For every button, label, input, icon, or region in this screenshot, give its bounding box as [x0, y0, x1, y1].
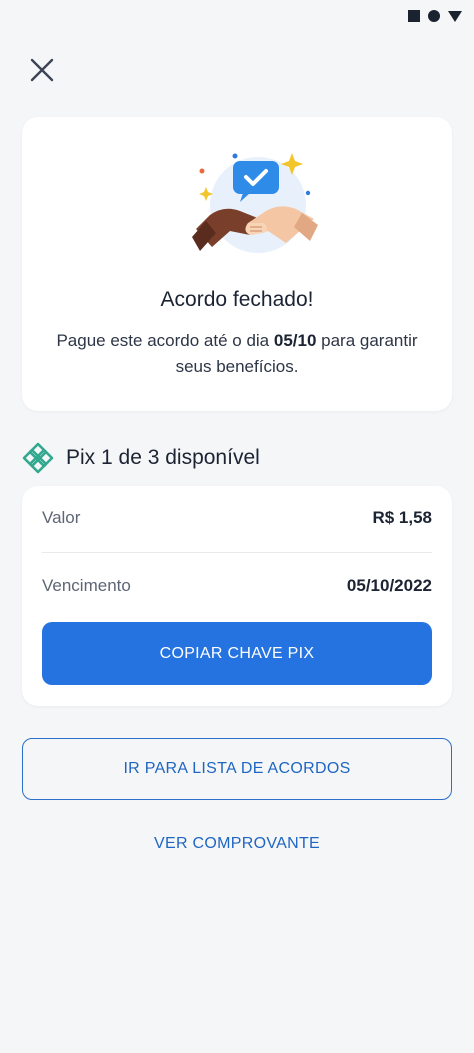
- pix-section-header: Pix 1 de 3 disponível: [22, 442, 260, 474]
- confirmation-title: Acordo fechado!: [160, 288, 314, 311]
- view-receipt-link[interactable]: VER COMPROVANTE: [22, 830, 452, 858]
- close-button[interactable]: [26, 54, 58, 86]
- vencimento-label: Vencimento: [42, 576, 131, 595]
- circle-icon: [428, 10, 440, 22]
- vencimento-row: Vencimento 05/10/2022: [42, 576, 432, 596]
- close-icon: [30, 58, 54, 82]
- valor-row: Valor R$ 1,58: [42, 508, 432, 528]
- confirmation-description: Pague este acordo até o dia 05/10 para g…: [56, 331, 418, 376]
- vencimento-value: 05/10/2022: [346, 576, 432, 595]
- triangle-icon: [448, 10, 462, 22]
- due-date-highlight: 05/10: [273, 331, 317, 350]
- pix-card: Valor R$ 1,58 Vencimento 05/10/2022 COPI…: [22, 486, 452, 706]
- copy-pix-key-button[interactable]: COPIAR CHAVE PIX: [42, 622, 432, 685]
- handshake-illustration: [192, 153, 318, 253]
- go-to-agreements-list-button[interactable]: IR PARA LISTA DE ACORDOS: [22, 738, 452, 800]
- pix-icon: [22, 442, 54, 474]
- pix-title: Pix 1 de 3 disponível: [66, 446, 260, 469]
- status-bar: [408, 8, 462, 24]
- valor-value: R$ 1,58: [372, 508, 432, 527]
- square-icon: [408, 10, 420, 22]
- valor-label: Valor: [42, 508, 81, 527]
- divider: [42, 552, 432, 553]
